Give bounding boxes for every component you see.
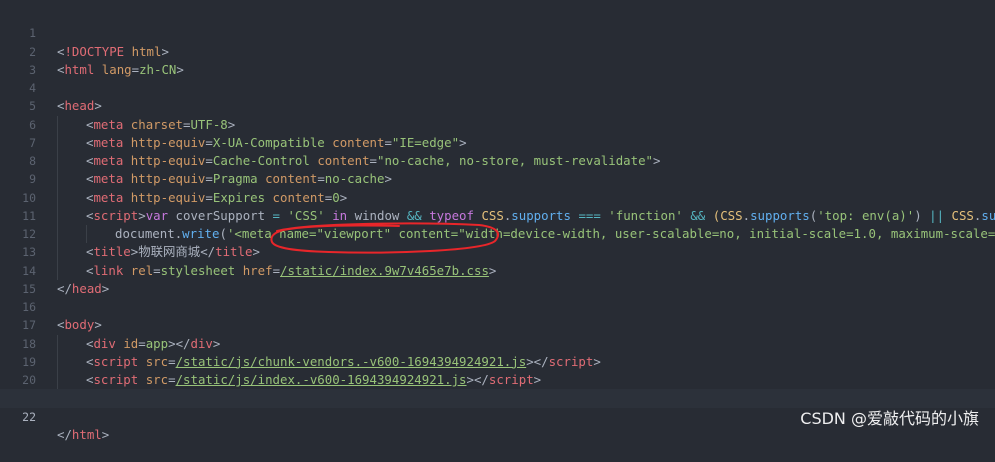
token: </ [57, 426, 72, 442]
code-line-14[interactable]: 14 </head> [0, 243, 995, 296]
csdn-watermark: CSDN @爱敲代码的小旗 [800, 409, 979, 428]
code-line-7[interactable]: 7 <meta http-equiv=Cache-Control content… [0, 116, 995, 171]
code-line-2[interactable]: 2 <html lang=zh-CN> [0, 24, 995, 77]
code-line-20[interactable]: 20 </body> [0, 353, 995, 405]
code-line-5[interactable]: 5 <meta charset=UTF-8> [0, 79, 995, 134]
code-line-16[interactable]: 16 <body> [0, 280, 995, 332]
code-line-9[interactable]: 9 <meta http-equiv=Expires content=0> [0, 152, 995, 207]
token: html [71, 426, 102, 442]
code-line-6[interactable]: 6 <meta http-equiv=X-UA-Compatible conte… [0, 97, 995, 152]
code-line-13[interactable]: 13 <link rel=stylesheet href=/static/ind… [0, 225, 995, 280]
code-line-10[interactable]: 10 <script>var coverSupport = 'CSS' in w… [0, 170, 995, 225]
code-line-21[interactable]: 21 [0, 371, 995, 405]
code-line-17[interactable]: 17 <div id=app></div> [0, 298, 995, 353]
code-line-3[interactable]: 3 [0, 43, 995, 77]
code-line-19[interactable]: 19 <script src=/static/js/index.-v600-16… [0, 335, 995, 390]
code-line-18[interactable]: 18 <script src=/static/js/chunk-vendors.… [0, 316, 995, 371]
code-line-12[interactable]: 12 <title>物联网商城</title> [0, 207, 995, 262]
code-line-11[interactable]: 11 document.write('<meta name="viewport"… [0, 189, 995, 244]
line-content: </html> [57, 426, 109, 444]
code-line-4[interactable]: 4 <head> [0, 61, 995, 113]
line-number: 22 [22, 409, 36, 424]
code-lines: 1 <!DOCTYPE html> 2 <html lang=zh-CN> 3 … [0, 6, 995, 442]
code-line-1[interactable]: 1 <!DOCTYPE html> [0, 6, 995, 58]
token: > [101, 426, 110, 442]
code-line-15[interactable]: 15 [0, 262, 995, 296]
code-line-8[interactable]: 8 <meta http-equiv=Pragma content=no-cac… [0, 134, 995, 189]
code-editor[interactable]: 1 <!DOCTYPE html> 2 <html lang=zh-CN> 3 … [0, 0, 995, 442]
